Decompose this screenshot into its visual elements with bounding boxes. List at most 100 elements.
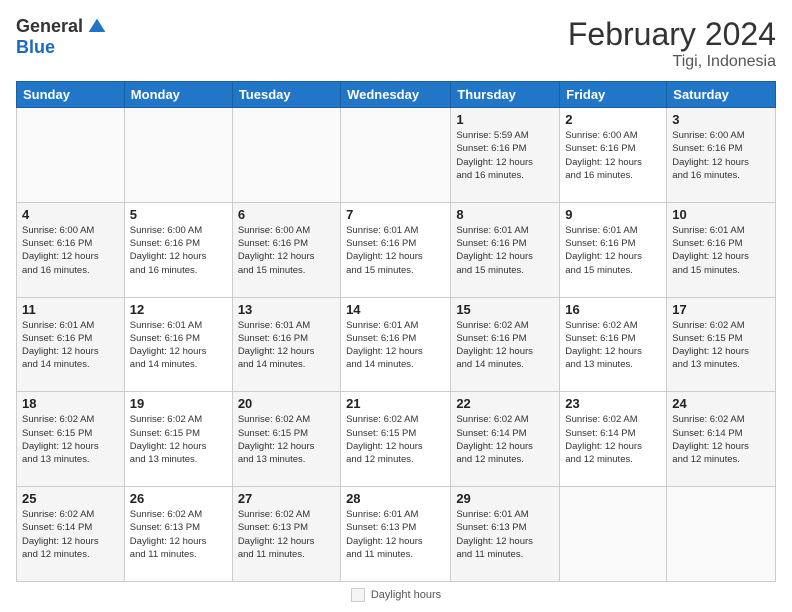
day-number: 6 — [238, 207, 335, 222]
day-number: 14 — [346, 302, 445, 317]
day-info: Sunrise: 6:01 AMSunset: 6:16 PMDaylight:… — [456, 224, 554, 277]
day-number: 23 — [565, 396, 661, 411]
calendar-cell: 5Sunrise: 6:00 AMSunset: 6:16 PMDaylight… — [124, 202, 232, 297]
day-number: 11 — [22, 302, 119, 317]
calendar-cell: 4Sunrise: 6:00 AMSunset: 6:16 PMDaylight… — [17, 202, 125, 297]
calendar-cell: 2Sunrise: 6:00 AMSunset: 6:16 PMDaylight… — [560, 108, 667, 203]
calendar-cell: 7 Sunrise: 6:01 AMSunset: 6:16 PMDaylight… — [341, 202, 451, 297]
day-info: Sunrise: 6:02 AMSunset: 6:15 PMDaylight:… — [130, 413, 227, 466]
calendar-table: SundayMondayTuesdayWednesdayThursdayFrid… — [16, 81, 776, 582]
calendar-cell: 15 Sunrise: 6:02 AMSunset: 6:16 PMDayligh… — [451, 297, 560, 392]
day-number: 24 — [672, 396, 770, 411]
calendar-cell: 13 Sunrise: 6:01 AMSunset: 6:16 PMDayligh… — [232, 297, 340, 392]
day-number: 12 — [130, 302, 227, 317]
calendar-cell: 12 Sunrise: 6:01 AMSunset: 6:16 PMDayligh… — [124, 297, 232, 392]
calendar-weekday-header: Tuesday — [232, 82, 340, 108]
calendar-weekday-header: Thursday — [451, 82, 560, 108]
calendar-cell: 11 Sunrise: 6:01 AMSunset: 6:16 PMDayligh… — [17, 297, 125, 392]
calendar-cell: 8 Sunrise: 6:01 AMSunset: 6:16 PMDaylight… — [451, 202, 560, 297]
calendar-weekday-header: Friday — [560, 82, 667, 108]
day-info: Sunrise: 6:02 AMSunset: 6:15 PMDaylight:… — [238, 413, 335, 466]
calendar-cell: 22 Sunrise: 6:02 AMSunset: 6:14 PMDayligh… — [451, 392, 560, 487]
calendar-cell: 3 Sunrise: 6:00 AMSunset: 6:16 PMDaylight… — [667, 108, 776, 203]
calendar-weekday-header: Saturday — [667, 82, 776, 108]
day-info: Sunrise: 6:01 AMSunset: 6:16 PMDaylight:… — [238, 319, 335, 372]
calendar-cell — [232, 108, 340, 203]
day-info: Sunrise: 6:01 AMSunset: 6:13 PMDaylight:… — [456, 508, 554, 561]
day-number: 29 — [456, 491, 554, 506]
calendar-week-row: 1Sunrise: 5:59 AMSunset: 6:16 PMDaylight… — [17, 108, 776, 203]
calendar-cell: 16Sunrise: 6:02 AMSunset: 6:16 PMDayligh… — [560, 297, 667, 392]
calendar-weekday-header: Monday — [124, 82, 232, 108]
day-number: 13 — [238, 302, 335, 317]
day-number: 19 — [130, 396, 227, 411]
calendar-cell: 21 Sunrise: 6:02 AMSunset: 6:15 PMDayligh… — [341, 392, 451, 487]
calendar-cell: 1Sunrise: 5:59 AMSunset: 6:16 PMDaylight… — [451, 108, 560, 203]
day-info: Sunrise: 6:02 AMSunset: 6:16 PMDaylight:… — [565, 319, 661, 372]
day-number: 8 — [456, 207, 554, 222]
day-info: Sunrise: 6:02 AMSunset: 6:15 PMDaylight:… — [22, 413, 119, 466]
day-info: Sunrise: 6:00 AMSunset: 6:16 PMDaylight:… — [238, 224, 335, 277]
day-info: Sunrise: 6:01 AMSunset: 6:16 PMDaylight:… — [346, 224, 445, 277]
calendar-title: February 2024 — [568, 16, 776, 53]
calendar-cell: 25 Sunrise: 6:02 AMSunset: 6:14 PMDayligh… — [17, 487, 125, 582]
day-number: 7 — [346, 207, 445, 222]
calendar-cell: 20 Sunrise: 6:02 AMSunset: 6:15 PMDayligh… — [232, 392, 340, 487]
day-info: Sunrise: 6:02 AMSunset: 6:14 PMDaylight:… — [565, 413, 661, 466]
header: General Blue February 2024 Tigi, Indones… — [16, 16, 776, 71]
day-number: 22 — [456, 396, 554, 411]
day-info: Sunrise: 6:02 AMSunset: 6:16 PMDaylight:… — [456, 319, 554, 372]
day-number: 20 — [238, 396, 335, 411]
logo: General Blue — [16, 16, 107, 58]
day-info: Sunrise: 6:02 AMSunset: 6:14 PMDaylight:… — [672, 413, 770, 466]
calendar-header-row: SundayMondayTuesdayWednesdayThursdayFrid… — [17, 82, 776, 108]
day-info: Sunrise: 6:01 AMSunset: 6:16 PMDaylight:… — [346, 319, 445, 372]
day-number: 21 — [346, 396, 445, 411]
day-number: 1 — [456, 112, 554, 127]
calendar-cell: 24 Sunrise: 6:02 AMSunset: 6:14 PMDayligh… — [667, 392, 776, 487]
day-number: 3 — [672, 112, 770, 127]
day-info: Sunrise: 6:01 AMSunset: 6:16 PMDaylight:… — [565, 224, 661, 277]
calendar-cell: 17 Sunrise: 6:02 AMSunset: 6:15 PMDayligh… — [667, 297, 776, 392]
day-info: Sunrise: 6:02 AMSunset: 6:14 PMDaylight:… — [22, 508, 119, 561]
calendar-cell: 9 Sunrise: 6:01 AMSunset: 6:16 PMDaylight… — [560, 202, 667, 297]
calendar-week-row: 25 Sunrise: 6:02 AMSunset: 6:14 PMDayligh… — [17, 487, 776, 582]
day-info: Sunrise: 6:02 AMSunset: 6:14 PMDaylight:… — [456, 413, 554, 466]
day-number: 9 — [565, 207, 661, 222]
day-info: Sunrise: 6:00 AMSunset: 6:16 PMDaylight:… — [672, 129, 770, 182]
logo-blue-text: Blue — [16, 37, 55, 58]
calendar-cell: 29 Sunrise: 6:01 AMSunset: 6:13 PMDayligh… — [451, 487, 560, 582]
day-number: 15 — [456, 302, 554, 317]
day-number: 2 — [565, 112, 661, 127]
calendar-cell — [124, 108, 232, 203]
calendar-cell: 26Sunrise: 6:02 AMSunset: 6:13 PMDayligh… — [124, 487, 232, 582]
calendar-cell — [560, 487, 667, 582]
day-info: Sunrise: 6:02 AMSunset: 6:15 PMDaylight:… — [346, 413, 445, 466]
calendar-cell: 27Sunrise: 6:02 AMSunset: 6:13 PMDayligh… — [232, 487, 340, 582]
calendar-cell: 18Sunrise: 6:02 AMSunset: 6:15 PMDayligh… — [17, 392, 125, 487]
calendar-cell — [17, 108, 125, 203]
day-info: Sunrise: 6:02 AMSunset: 6:15 PMDaylight:… — [672, 319, 770, 372]
day-number: 25 — [22, 491, 119, 506]
day-info: Sunrise: 6:00 AMSunset: 6:16 PMDaylight:… — [130, 224, 227, 277]
title-section: February 2024 Tigi, Indonesia — [568, 16, 776, 71]
day-number: 28 — [346, 491, 445, 506]
calendar-cell: 28Sunrise: 6:01 AMSunset: 6:13 PMDayligh… — [341, 487, 451, 582]
calendar-week-row: 18Sunrise: 6:02 AMSunset: 6:15 PMDayligh… — [17, 392, 776, 487]
day-info: Sunrise: 6:01 AMSunset: 6:16 PMDaylight:… — [130, 319, 227, 372]
day-number: 17 — [672, 302, 770, 317]
calendar-body: 1Sunrise: 5:59 AMSunset: 6:16 PMDaylight… — [17, 108, 776, 582]
day-info: Sunrise: 6:01 AMSunset: 6:16 PMDaylight:… — [22, 319, 119, 372]
footer: Daylight hours — [16, 588, 776, 602]
calendar-week-row: 11 Sunrise: 6:01 AMSunset: 6:16 PMDayligh… — [17, 297, 776, 392]
calendar-weekday-header: Wednesday — [341, 82, 451, 108]
day-number: 10 — [672, 207, 770, 222]
day-number: 27 — [238, 491, 335, 506]
calendar-weekday-header: Sunday — [17, 82, 125, 108]
footer-label: Daylight hours — [371, 589, 441, 601]
calendar-cell — [341, 108, 451, 203]
logo-icon — [87, 17, 107, 37]
day-info: Sunrise: 6:02 AMSunset: 6:13 PMDaylight:… — [130, 508, 227, 561]
day-info: Sunrise: 6:00 AMSunset: 6:16 PMDaylight:… — [22, 224, 119, 277]
calendar-week-row: 4Sunrise: 6:00 AMSunset: 6:16 PMDaylight… — [17, 202, 776, 297]
